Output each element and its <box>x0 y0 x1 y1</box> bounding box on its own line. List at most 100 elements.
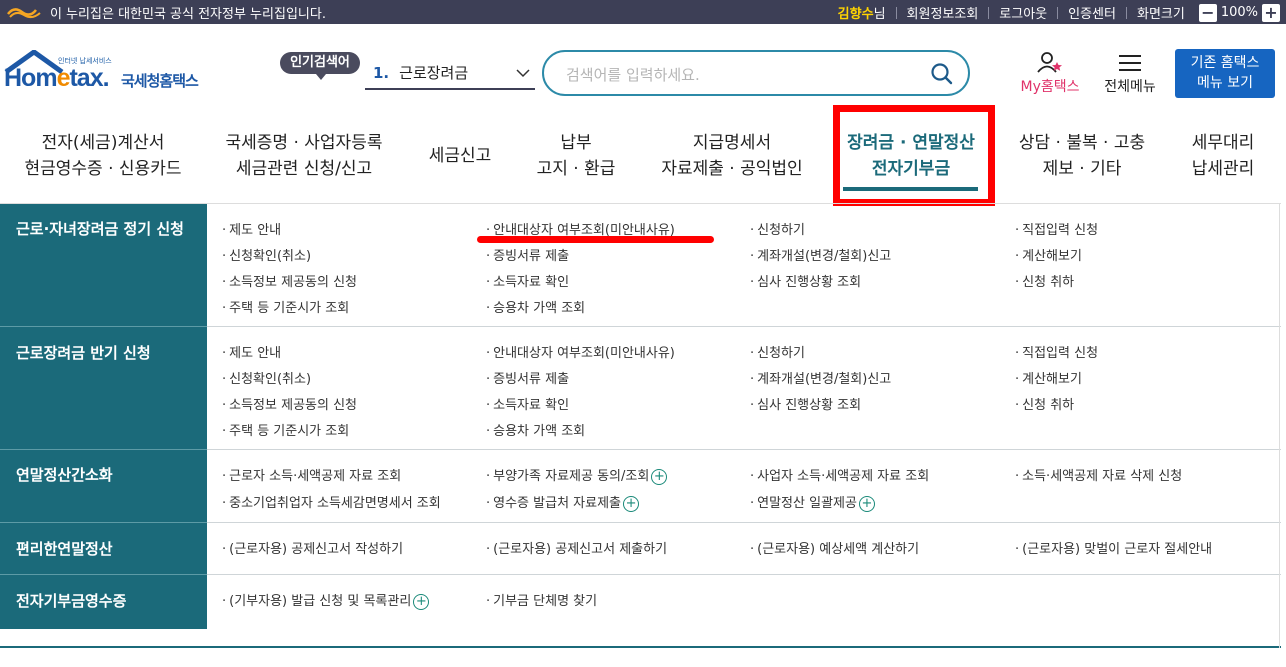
gnb-line1: 전자(세금)계산서 <box>41 133 165 153</box>
menu-link[interactable]: · (근로자용) 공제신고서 제출하기 <box>486 538 667 557</box>
gnb-line2: 제보 · 기타 <box>1042 159 1122 179</box>
old-hometax-menu-button[interactable]: 기존 홈택스 메뉴 보기 <box>1175 49 1275 98</box>
old-hometax-line1: 기존 홈택스 <box>1190 55 1260 71</box>
menu-link[interactable]: · (근로자용) 공제신고서 작성하기 <box>222 538 403 557</box>
gnb-tax-agent[interactable]: 세무대리 납세관리 <box>1180 130 1266 186</box>
menu-link[interactable]: · 승용차 가액 조회 <box>486 420 585 439</box>
menu-link[interactable]: · (기부자용) 발급 신청 및 목록관리 + <box>222 590 430 610</box>
expand-plus-icon[interactable]: + <box>651 468 668 485</box>
expand-plus-icon[interactable]: + <box>413 593 430 610</box>
member-info-link[interactable]: 회원정보조회 <box>907 3 979 22</box>
menu-link[interactable]: · 소득자료 확인 <box>486 271 569 290</box>
main-navigation: 전자(세금)계산서 현금영수증 · 신용카드 국세증명 · 사업자등록 세금관련… <box>0 130 1286 194</box>
section-title[interactable]: 연말정산간소화 <box>16 464 113 485</box>
logo-wordmark-post: tax. <box>69 64 109 92</box>
section-title[interactable]: 전자기부금영수증 <box>16 590 126 611</box>
menu-link[interactable]: · 신청확인(취소) <box>222 368 311 387</box>
menu-link[interactable]: · 사업자 소득·세액공제 자료 조회 <box>750 465 929 484</box>
certificate-center-link[interactable]: 인증센터 <box>1068 3 1116 22</box>
gnb-payment[interactable]: 납부 고지 · 환급 <box>528 130 624 186</box>
my-hometax-button[interactable]: My홈택스 <box>1013 50 1087 96</box>
hometax-logo[interactable]: 인터넷 납세서비스 Hometax. 국세청홈택스 <box>4 50 219 100</box>
menu-link[interactable]: · 직접입력 신청 <box>1015 342 1098 361</box>
sidebar-divider <box>0 449 207 450</box>
screen-size-label: 화면크기 <box>1136 7 1185 22</box>
gnb-line1: 상담 · 불복 · 고충 <box>1018 133 1146 153</box>
menu-link[interactable]: · 영수증 발급처 자료제출 + <box>486 492 640 512</box>
menu-link[interactable]: · 주택 등 기준시가 조회 <box>222 420 349 439</box>
menu-link[interactable]: · (근로자용) 예상세액 계산하기 <box>750 538 919 557</box>
menu-link[interactable]: · 신청 취하 <box>1015 271 1074 290</box>
menu-link[interactable]: · 신청하기 <box>750 219 805 238</box>
menu-link[interactable]: · 직접입력 신청 <box>1015 219 1098 238</box>
divider <box>1057 6 1059 19</box>
logo-wordmark: Hometax. <box>4 64 110 93</box>
logo-wordmark-e: e <box>56 64 71 92</box>
menu-link[interactable]: · 근로자 소득·세액공제 자료 조회 <box>222 465 401 484</box>
logo-korean-name: 국세청홈택스 <box>121 72 199 90</box>
utility-menu: 김향수 님 회원정보조회 로그아웃 인증센터 화면크기 − 100% + <box>838 3 1280 22</box>
divider <box>988 6 990 19</box>
gnb-consultation[interactable]: 상담 · 불복 · 고충 제보 · 기타 <box>1010 130 1154 186</box>
gov-emblem-icon <box>7 8 41 19</box>
menu-link[interactable]: · 기부금 단체명 찾기 <box>486 590 597 609</box>
menu-link[interactable]: · 계산해보기 <box>1015 245 1082 264</box>
menu-link[interactable]: · 소득·세액공제 자료 삭제 신청 <box>1015 465 1182 484</box>
popular-search-dropdown[interactable]: 1. 근로장려금 <box>365 58 535 90</box>
gnb-line1: 납부 <box>560 133 592 153</box>
menu-link[interactable]: · 승용차 가액 조회 <box>486 297 585 316</box>
menu-link[interactable]: · 계좌개설(변경/철회)신고 <box>750 245 891 264</box>
popular-rank: 1. <box>373 64 390 82</box>
search-icon[interactable] <box>930 62 954 86</box>
menu-link[interactable]: · 연말정산 일괄제공 + <box>750 492 875 512</box>
old-hometax-line2: 메뉴 보기 <box>1197 75 1253 91</box>
all-menu-label: 전체메뉴 <box>1104 79 1156 95</box>
menu-link[interactable]: · 부양가족 자료제공 동의/조회 + <box>486 465 668 485</box>
highlight-underline <box>477 236 714 243</box>
logo-wordmark-pre: Hom <box>4 64 58 92</box>
menu-link[interactable]: · 계좌개설(변경/철회)신고 <box>750 368 891 387</box>
menu-link[interactable]: · 제도 안내 <box>222 219 281 238</box>
gnb-payment-statement[interactable]: 지급명세서 자료제출 · 공익법인 <box>652 130 812 186</box>
chevron-down-icon <box>515 58 531 100</box>
gnb-certificates[interactable]: 국세증명 · 사업자등록 세금관련 신청/신고 <box>218 130 390 186</box>
menu-link[interactable]: · 신청 취하 <box>1015 394 1074 413</box>
user-star-icon <box>1037 52 1062 73</box>
gnb-line2: 고지 · 환급 <box>536 159 616 179</box>
menu-link[interactable]: · 소득자료 확인 <box>486 394 569 413</box>
menu-link[interactable]: · 소득정보 제공동의 신청 <box>222 271 357 290</box>
menu-link[interactable]: · 심사 진행상황 조회 <box>750 394 861 413</box>
gnb-line2: 현금영수증 · 신용카드 <box>24 159 182 179</box>
menu-link[interactable]: · 증빙서류 제출 <box>486 245 569 264</box>
user-suffix: 님 <box>873 7 886 22</box>
menu-link[interactable]: · 신청하기 <box>750 342 805 361</box>
zoom-out-button[interactable]: − <box>1198 3 1217 22</box>
zoom-in-button[interactable]: + <box>1262 3 1280 22</box>
menu-link[interactable]: · 주택 등 기준시가 조회 <box>222 297 349 316</box>
menu-link[interactable]: · 제도 안내 <box>222 342 281 361</box>
menu-link[interactable]: · 신청확인(취소) <box>222 245 311 264</box>
gnb-e-invoice[interactable]: 전자(세금)계산서 현금영수증 · 신용카드 <box>18 130 188 186</box>
expand-plus-icon[interactable]: + <box>858 495 875 512</box>
sidebar-divider <box>0 574 207 575</box>
gnb-tax-return[interactable]: 세금신고 <box>420 143 500 199</box>
search-box[interactable]: 검색어를 입력하세요. <box>542 50 970 96</box>
menu-link[interactable]: · 계산해보기 <box>1015 368 1082 387</box>
panel-right-border <box>1279 203 1280 648</box>
logout-link[interactable]: 로그아웃 <box>999 3 1047 22</box>
menu-link[interactable]: · 소득정보 제공동의 신청 <box>222 394 357 413</box>
menu-link[interactable]: · 증빙서류 제출 <box>486 368 569 387</box>
search-input[interactable]: 검색어를 입력하세요. <box>566 64 700 85</box>
expand-plus-icon[interactable]: + <box>623 495 640 512</box>
all-menu-button[interactable]: 전체메뉴 <box>1098 50 1162 96</box>
section-title[interactable]: 편리한연말정산 <box>16 538 113 559</box>
divider <box>1125 6 1127 19</box>
gnb-line1: 지급명세서 <box>692 133 772 153</box>
menu-link[interactable]: · 안내대상자 여부조회(미안내사유) <box>486 342 675 361</box>
menu-link[interactable]: · 중소기업취업자 소득세감면명세서 조회 <box>222 492 441 511</box>
submenu-sidebar <box>0 204 207 629</box>
section-title[interactable]: 근로장려금 반기 신청 <box>16 342 151 363</box>
menu-link[interactable]: · (근로자용) 맞벌이 근로자 절세안내 <box>1015 538 1212 557</box>
section-title[interactable]: 근로·자녀장려금 정기 신청 <box>16 218 184 239</box>
menu-link[interactable]: · 심사 진행상황 조회 <box>750 271 861 290</box>
